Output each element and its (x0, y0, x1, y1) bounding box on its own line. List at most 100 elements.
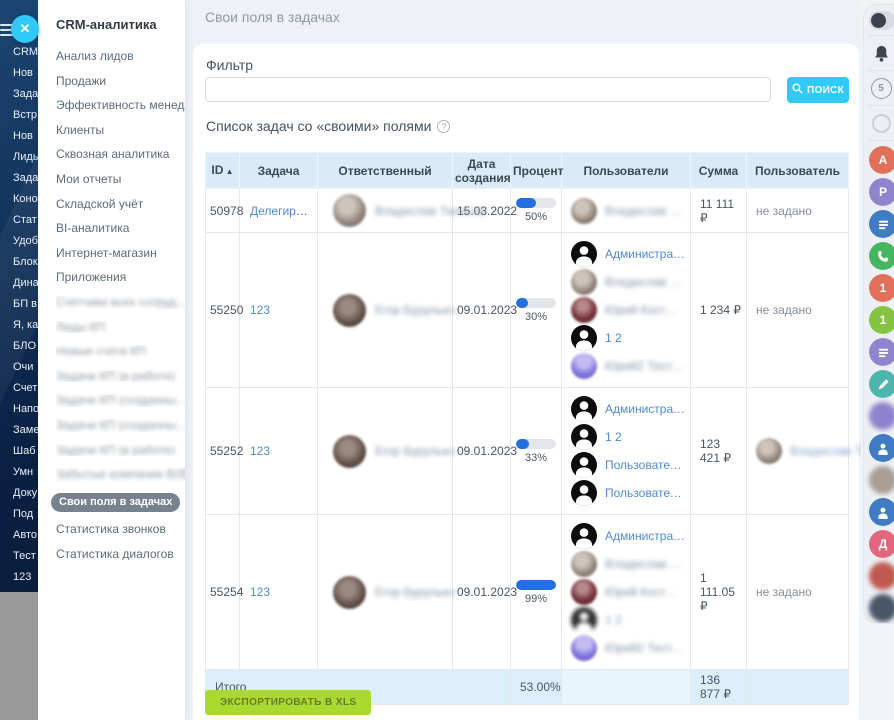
collapsed-menu-item[interactable]: Авто (0, 525, 38, 546)
user-name[interactable]: 1 2 (605, 430, 622, 444)
sidebar-item[interactable]: BI-аналитика (56, 222, 185, 235)
contact-avatar[interactable] (869, 466, 894, 494)
contact-avatar[interactable] (869, 370, 894, 398)
sidebar-item[interactable]: Продажи (56, 75, 185, 88)
collapsed-menu-item[interactable]: Шаб (0, 441, 38, 462)
notifications-icon[interactable] (869, 41, 893, 65)
sidebar-item[interactable]: Складской учёт (56, 198, 185, 211)
collapsed-menu-item[interactable]: Тест (0, 546, 38, 567)
export-xls-button[interactable]: ЭКСПОРТИРОВАТЬ В XLS (205, 690, 372, 715)
sidebar-item[interactable]: Новые счета КП (56, 345, 185, 358)
contact-avatar[interactable] (869, 242, 894, 270)
collapsed-menu-item[interactable]: Лиды (0, 147, 38, 168)
ring-icon (871, 113, 891, 133)
column-header-Пользователь[interactable]: Пользователь (746, 152, 849, 189)
sidebar-item[interactable]: Лиды КП (56, 321, 185, 334)
contact-avatar[interactable]: Р (869, 178, 894, 206)
sidebar-item[interactable]: Задачи КП (в работе) (56, 370, 185, 383)
contact-avatar[interactable] (869, 210, 894, 238)
task-link[interactable]: 123 (250, 444, 270, 458)
responsible-name: Егор Бурулько (375, 303, 455, 317)
close-sidebar-button[interactable]: ✕ (11, 15, 39, 43)
collapsed-menu-item[interactable]: Зада (0, 168, 38, 189)
sidebar-item[interactable]: Забытые компании B2B (56, 468, 185, 481)
contact-avatar[interactable] (869, 498, 894, 526)
contact-avatar[interactable]: 1 (869, 306, 894, 334)
timer-icon[interactable] (869, 111, 893, 135)
sidebar-item[interactable]: Счетчики всех сотруд... (56, 296, 185, 309)
collapsed-menu-item[interactable]: Зада (0, 84, 38, 105)
collapsed-menu-item[interactable]: Блок (0, 252, 38, 273)
contact-avatar[interactable]: А (869, 146, 894, 174)
column-header-Задача[interactable]: Задача (239, 152, 318, 189)
collapsed-menu-item[interactable]: Умн (0, 462, 38, 483)
sidebar-item[interactable]: Интернет-магазин (56, 247, 185, 260)
collapsed-menu-item[interactable]: Нов (0, 63, 38, 84)
cell-users: Администратор С... 1 2 Пользователь (ID: .… (561, 387, 691, 515)
sidebar-item[interactable]: Эффективность менедже... (56, 99, 185, 112)
column-header-Ответственный[interactable]: Ответственный (317, 152, 453, 189)
collapsed-menu-item[interactable]: Нов (0, 126, 38, 147)
column-header-Пользователи[interactable]: Пользователи (561, 152, 691, 189)
collapsed-menu-item[interactable]: CRM (0, 42, 38, 63)
filter-input[interactable] (205, 77, 771, 102)
user-name[interactable]: Администратор С... (605, 402, 686, 416)
sidebar-item-label: Лиды КП (56, 320, 106, 334)
collapsed-menu-item[interactable]: 123 (0, 567, 38, 588)
collapsed-menu-item[interactable]: Удоб (0, 231, 38, 252)
column-header-ID[interactable]: ID ▲ (205, 152, 240, 189)
collapsed-menu-item[interactable]: Дина (0, 273, 38, 294)
contact-avatar[interactable] (869, 434, 894, 462)
collapsed-menu-item[interactable]: Под (0, 504, 38, 525)
user-name[interactable]: Пользователь (ID: ... (605, 458, 686, 472)
task-link[interactable]: 123 (250, 303, 270, 317)
contact-avatar[interactable]: Д (869, 530, 894, 558)
widget-toggle-icon[interactable] (869, 11, 894, 30)
user-name[interactable]: Пользователь (ID: ... (605, 486, 686, 500)
contact-avatar[interactable] (869, 594, 894, 622)
contact-avatar[interactable]: 1 (869, 274, 894, 302)
user-name[interactable]: Администратор С... (605, 247, 686, 261)
user-name[interactable]: 1 2 (605, 331, 622, 345)
task-link[interactable]: 123 (250, 585, 270, 599)
collapsed-menu-item[interactable]: Доку (0, 483, 38, 504)
collapsed-menu-item[interactable]: БП в (0, 294, 38, 315)
collapsed-menu-item[interactable]: Напо (0, 399, 38, 420)
progress-fill (516, 438, 530, 449)
collapsed-menu-item[interactable]: Я, ка (0, 315, 38, 336)
cell-date: 09.01.2023 (452, 514, 517, 670)
collapsed-menu-item[interactable]: БЛО (0, 336, 38, 357)
collapsed-menu-item[interactable]: Встр (0, 105, 38, 126)
collapsed-menu-item[interactable]: Стат (0, 210, 38, 231)
search-button[interactable]: ПОИСК (787, 77, 849, 103)
sidebar-item[interactable]: Анализ лидов (56, 50, 185, 63)
contact-avatar[interactable] (869, 402, 894, 430)
sidebar-item[interactable]: Задачи КП (созданны... (56, 394, 185, 407)
sidebar-title: CRM-аналитика (56, 17, 157, 32)
contact-avatar[interactable] (869, 562, 894, 590)
column-header-Сумма[interactable]: Сумма (690, 152, 747, 189)
sidebar-item[interactable]: Сквозная аналитика (56, 148, 185, 161)
help-icon[interactable]: ? (437, 120, 451, 133)
counter-badge-icon[interactable]: 5 (869, 76, 893, 100)
sidebar-item-selected[interactable]: Свои поля в задачах (51, 492, 185, 513)
contact-avatar[interactable] (869, 338, 894, 366)
sidebar-item[interactable]: Статистика звонков (56, 523, 185, 536)
table-row: 55250 123 Егор Бурулько 09.01.2023 30% Админи… (205, 232, 849, 388)
sidebar-item[interactable]: Клиенты (56, 124, 185, 137)
collapsed-menu-item[interactable]: Очи (0, 357, 38, 378)
task-link[interactable]: Делегирован... (250, 204, 317, 218)
collapsed-menu-item[interactable]: Заме (0, 420, 38, 441)
user-name[interactable]: Администратор С... (605, 529, 686, 543)
sidebar-item[interactable]: Приложения (56, 271, 185, 284)
column-header-Дата создания[interactable]: Дата создания (452, 152, 511, 189)
collapsed-menu-item[interactable]: Счет (0, 378, 38, 399)
sidebar-item[interactable]: Задачи КП (в работе) (56, 444, 185, 457)
column-header-Процент[interactable]: Процент (510, 152, 563, 189)
sidebar-item[interactable]: Статистика диалогов (56, 548, 185, 561)
sidebar-item[interactable]: Мои отчеты (56, 173, 185, 186)
sidebar-item[interactable]: Задачи КП (созданны... (56, 419, 185, 432)
collapsed-menu-item[interactable]: Коно (0, 189, 38, 210)
avatar (571, 197, 597, 224)
user-name[interactable]: 1 2 (605, 613, 622, 627)
